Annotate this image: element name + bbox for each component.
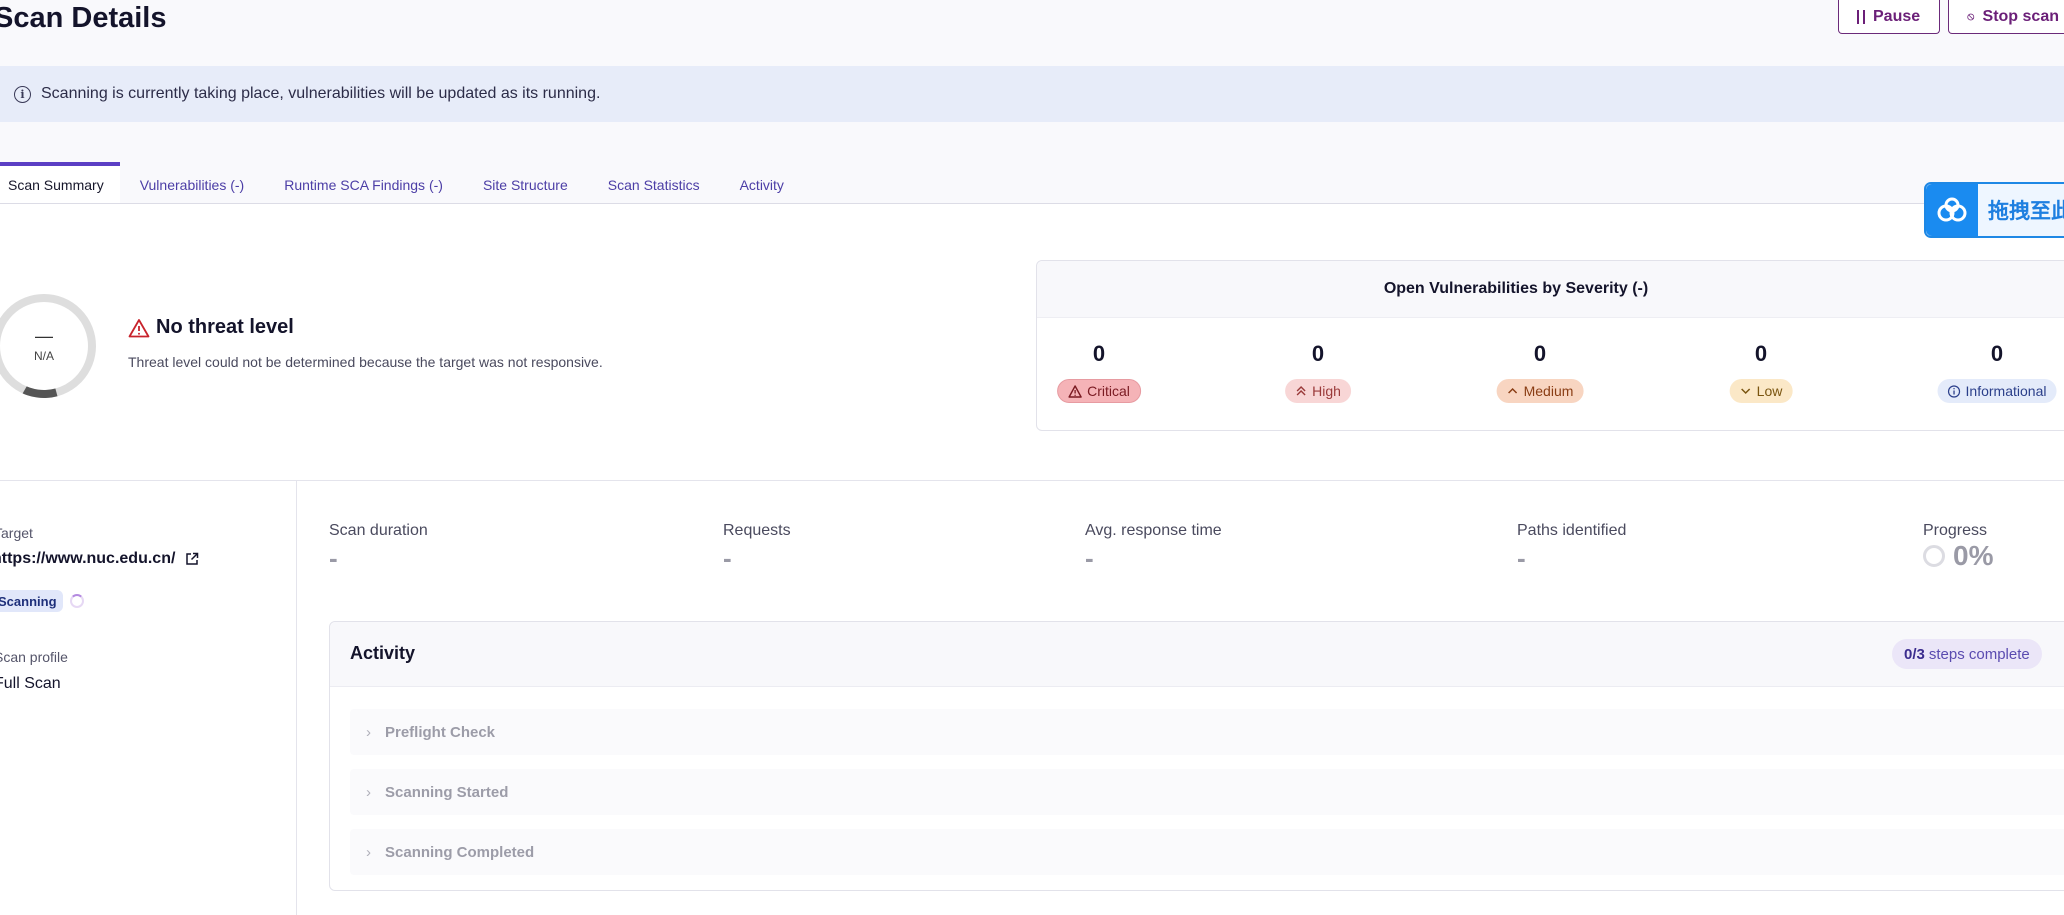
activity-step-preflight-check[interactable]: › Preflight Check	[350, 709, 2064, 755]
stat-paths-identified: Paths identified -	[1517, 522, 1626, 574]
threat-title-text: No threat level	[156, 316, 294, 338]
low-badge: Low	[1729, 379, 1793, 403]
stat-value: -	[1085, 543, 1094, 573]
status-badge: Scanning	[0, 590, 63, 612]
tab-scan-statistics[interactable]: Scan Statistics	[588, 162, 720, 204]
chevron-up-icon	[1508, 387, 1518, 394]
severity-count: 0	[1311, 341, 1325, 366]
critical-label: Critical	[1087, 383, 1130, 399]
scan-profile-label: Scan profile	[0, 649, 68, 665]
activity-card: Activity 0/3 steps complete › Preflight …	[329, 621, 2064, 891]
threat-title: No threat level	[128, 316, 294, 339]
target-label: Target	[0, 525, 33, 541]
severity-card-title: Open Vulnerabilities by Severity (-)	[1037, 261, 2064, 318]
gauge-label: N/A	[33, 349, 54, 363]
stat-label: Paths identified	[1517, 522, 1627, 539]
stop-scan-label: Stop scan	[1982, 7, 2059, 25]
step-label: Scanning Completed	[385, 843, 535, 861]
severity-count: 0	[1990, 341, 2004, 366]
loading-spinner-icon	[70, 594, 84, 608]
step-label: Preflight Check	[385, 723, 496, 741]
banner-message: Scanning is currently taking place, vuln…	[41, 85, 601, 102]
tab-runtime-sca-findings[interactable]: Runtime SCA Findings (-)	[264, 162, 463, 204]
activity-header: Activity 0/3 steps complete	[330, 622, 2064, 687]
chevron-right-icon: ›	[366, 723, 371, 741]
severity-low[interactable]: 0 Low	[1729, 341, 1793, 403]
scan-profile-value: Full Scan	[0, 675, 61, 692]
external-link-icon[interactable]	[185, 552, 199, 566]
stat-label: Avg. response time	[1085, 522, 1222, 539]
stat-label: Progress	[1923, 522, 1988, 539]
severity-informational[interactable]: 0 Informational	[1937, 341, 2057, 403]
activity-title: Activity	[350, 643, 416, 663]
stat-avg-response-time: Avg. response time -	[1085, 522, 1222, 574]
pause-icon	[1857, 9, 1865, 24]
threat-description: Threat level could not be determined bec…	[128, 354, 603, 370]
warning-icon	[1068, 384, 1082, 398]
stop-scan-button[interactable]: Stop scan	[1948, 0, 2064, 34]
section-divider	[0, 480, 2064, 481]
sidebar-divider	[296, 481, 297, 915]
steps-count: 0/3	[1904, 645, 1925, 663]
tabs-divider	[0, 203, 2064, 204]
tab-site-structure[interactable]: Site Structure	[463, 162, 588, 204]
chevron-right-icon: ›	[366, 783, 371, 801]
severity-medium[interactable]: 0 Medium	[1496, 341, 1584, 403]
gauge-arc	[0, 275, 115, 417]
stat-scan-duration: Scan duration -	[329, 522, 428, 574]
tab-scan-summary[interactable]: Scan Summary	[0, 162, 120, 204]
tab-vulnerabilities[interactable]: Vulnerabilities (-)	[120, 162, 265, 204]
severity-count: 0	[1533, 341, 1547, 366]
page-title: Scan Details	[0, 2, 167, 34]
step-label: Scanning Started	[385, 783, 509, 801]
stat-progress: Progress 0%	[1923, 522, 1993, 572]
high-badge: High	[1285, 379, 1351, 403]
scanning-banner: i Scanning is currently taking place, vu…	[0, 66, 2064, 122]
stat-value: -	[723, 543, 732, 573]
drop-upload-widget[interactable]: 拖拽至此	[1924, 182, 2064, 238]
progress-ring-icon	[1923, 545, 1945, 567]
stat-requests: Requests -	[723, 522, 791, 574]
double-chevron-up-icon	[1296, 386, 1306, 396]
stat-label: Scan duration	[329, 522, 428, 539]
threat-gauge: — N/A	[0, 294, 96, 398]
medium-label: Medium	[1523, 383, 1574, 399]
severity-count: 0	[1092, 341, 1106, 366]
chevron-down-icon	[1741, 388, 1751, 395]
low-label: Low	[1756, 383, 1783, 399]
progress-value: 0%	[1923, 540, 1993, 572]
tab-activity[interactable]: Activity	[720, 162, 804, 204]
pause-button[interactable]: Pause	[1838, 0, 1940, 34]
gauge-dash: —	[35, 326, 53, 346]
pause-label: Pause	[1873, 7, 1921, 25]
activity-step-scanning-started[interactable]: › Scanning Started	[350, 769, 2064, 815]
stat-value: -	[329, 543, 338, 573]
stop-icon	[1967, 13, 1975, 20]
critical-badge: Critical	[1057, 379, 1141, 403]
info-icon	[1947, 384, 1961, 398]
steps-suffix: steps complete	[1928, 645, 2030, 663]
activity-step-scanning-completed[interactable]: › Scanning Completed	[350, 829, 2064, 875]
severity-high[interactable]: 0 High	[1285, 341, 1351, 403]
page-header	[0, 0, 2064, 66]
info-icon: i	[14, 85, 31, 103]
progress-percent: 0%	[1953, 540, 1994, 571]
drop-text: 拖拽至此	[1988, 200, 2064, 223]
informational-label: Informational	[1965, 383, 2047, 399]
target-url-text: https://www.nuc.edu.cn/	[0, 550, 176, 567]
stat-value: -	[1517, 543, 1526, 573]
severity-critical[interactable]: 0 Critical	[1057, 341, 1141, 403]
severity-card: Open Vulnerabilities by Severity (-) 0 C…	[1036, 260, 2064, 431]
informational-badge: Informational	[1937, 379, 2057, 403]
stat-label: Requests	[723, 522, 791, 539]
target-url[interactable]: https://www.nuc.edu.cn/	[0, 550, 199, 568]
steps-complete-badge: 0/3 steps complete	[1892, 639, 2042, 669]
cloud-logo-icon	[1926, 184, 1978, 236]
severity-count: 0	[1754, 341, 1768, 366]
scan-tabs: Scan Summary Vulnerabilities (-) Runtime…	[0, 162, 804, 204]
high-label: High	[1312, 383, 1341, 399]
warning-icon	[128, 318, 150, 337]
medium-badge: Medium	[1496, 379, 1584, 403]
chevron-right-icon: ›	[366, 843, 371, 861]
